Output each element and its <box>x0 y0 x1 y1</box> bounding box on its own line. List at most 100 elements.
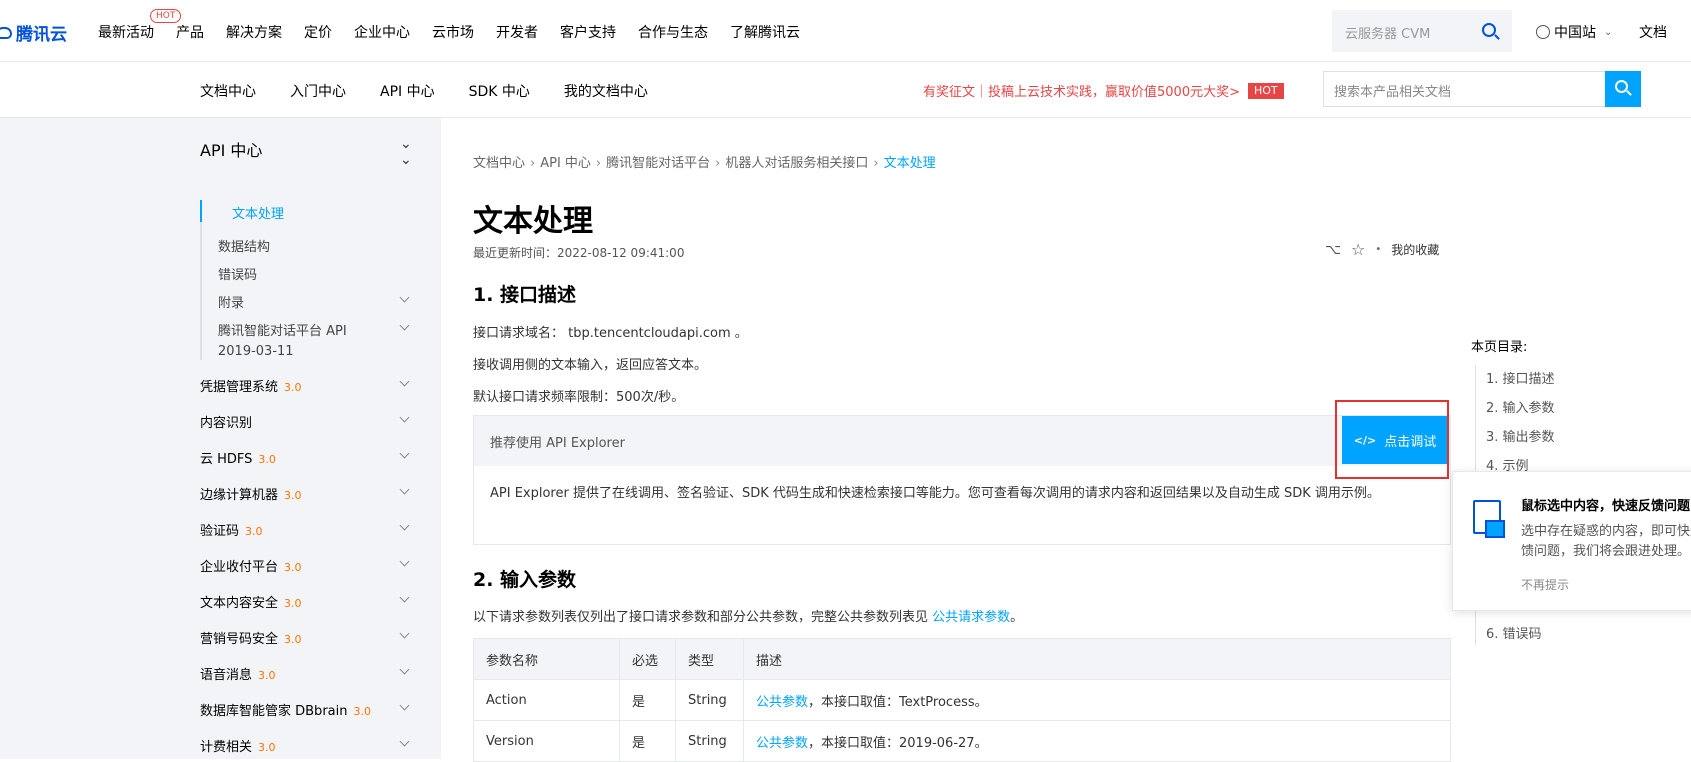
paragraph: 以下请求参数列表仅列出了接口请求参数和部分公共参数，完整公共参数列表见 公共请求… <box>473 606 1023 625</box>
sidebar-item-tbp-api[interactable]: 腾讯智能对话平台 API <box>218 320 347 339</box>
promo-link[interactable]: 有奖征文｜投稿上云技术实践，赢取价值5000元大奖> HOT <box>923 81 1284 100</box>
nav-label: 最新活动 <box>98 25 154 41</box>
breadcrumb-item[interactable]: 机器人对话服务相关接口 <box>725 156 868 171</box>
search-icon <box>1615 80 1628 93</box>
common-params-link[interactable]: 公共参数 <box>756 736 808 751</box>
doc-subnav: 文档中心 入门中心 API 中心 SDK 中心 我的文档中心 有奖征文｜投稿上云… <box>0 62 1691 118</box>
paragraph-text: 以下请求参数列表仅列出了接口请求参数和部分公共参数，完整公共参数列表见 <box>473 610 933 625</box>
chevron-down-icon[interactable] <box>400 378 410 388</box>
chevron-down-icon[interactable] <box>400 666 410 676</box>
promo-text: 有奖征文｜投稿上云技术实践，赢取价值5000元大奖> <box>923 85 1240 100</box>
nav-support[interactable]: 客户支持 <box>560 22 616 42</box>
sidebar-category[interactable]: 企业收付平台 3.0 <box>200 556 302 575</box>
api-explorer-label: 推荐使用 API Explorer <box>490 436 625 451</box>
sidebar-item-error-codes[interactable]: 错误码 <box>218 264 257 283</box>
toc-item[interactable]: 1. 接口描述 <box>1486 368 1555 387</box>
chevron-down-icon[interactable] <box>400 522 410 532</box>
nav-enterprise-center[interactable]: 企业中心 <box>354 22 410 42</box>
subnav-my-docs[interactable]: 我的文档中心 <box>564 81 648 101</box>
nav-solutions[interactable]: 解决方案 <box>226 22 282 42</box>
subnav-doc-center[interactable]: 文档中心 <box>200 81 256 101</box>
sidebar-category[interactable]: 云 HDFS 3.0 <box>200 448 276 467</box>
doc-search-input[interactable]: 搜索本产品相关文档 <box>1323 71 1641 107</box>
favorite-link[interactable]: 我的收藏 <box>1391 241 1439 258</box>
sidebar-category[interactable]: 内容识别 <box>200 412 252 431</box>
toc-item[interactable]: 6. 错误码 <box>1486 623 1542 642</box>
sidebar-category[interactable]: 计费相关 3.0 <box>200 736 276 755</box>
sidebar-item-data-structure[interactable]: 数据结构 <box>218 236 270 255</box>
sidebar-category[interactable]: 数据库智能管家 DBbrain 3.0 <box>200 700 371 719</box>
subnav-getting-started[interactable]: 入门中心 <box>290 81 346 101</box>
nav-latest-events[interactable]: 最新活动 HOT <box>98 9 182 42</box>
sidebar-item-appendix[interactable]: 附录 <box>218 292 244 311</box>
nav-partners[interactable]: 合作与生态 <box>638 22 708 42</box>
toc-item[interactable]: 2. 输入参数 <box>1486 397 1555 416</box>
column-header: 必选 <box>619 638 676 680</box>
nav-products[interactable]: 产品 <box>176 22 204 42</box>
subnav-api-center[interactable]: API 中心 <box>380 81 435 101</box>
region-label: 中国站 <box>1554 25 1596 41</box>
chevron-down-icon[interactable] <box>400 450 410 460</box>
doc-search-button[interactable] <box>1605 71 1641 107</box>
nav-docs[interactable]: 文档 <box>1639 22 1667 42</box>
sidebar-category[interactable]: 边缘计算机器 3.0 <box>200 484 302 503</box>
chevron-down-icon[interactable] <box>400 558 410 568</box>
version-badge: 3.0 <box>284 633 302 646</box>
chevron-down-icon[interactable] <box>400 322 410 332</box>
collapse-icon[interactable]: ⌄ ⌄ <box>400 136 412 168</box>
category-label: 边缘计算机器 <box>200 488 279 503</box>
chevron-down-icon[interactable] <box>400 414 410 424</box>
toc-title: 本页目录: <box>1471 340 1528 355</box>
desc-text: ，本接口取值：TextProcess。 <box>808 694 988 710</box>
global-search-input[interactable]: 云服务器 CVM <box>1332 10 1512 52</box>
category-label: 内容识别 <box>200 416 253 431</box>
paragraph-text: 。 <box>1010 610 1024 625</box>
nav-developers[interactable]: 开发者 <box>496 22 538 42</box>
breadcrumb-item[interactable]: 文档中心 <box>473 156 525 171</box>
dismiss-link[interactable]: 不再提示 <box>1521 576 1569 593</box>
breadcrumb-item[interactable]: 腾讯智能对话平台 <box>606 156 710 171</box>
sidebar-category[interactable]: 验证码 3.0 <box>200 520 263 539</box>
sidebar-item-text-process[interactable]: 文本处理 <box>232 203 284 222</box>
nav-about[interactable]: 了解腾讯云 <box>730 22 800 42</box>
param-required: 是 <box>619 720 676 762</box>
chevron-down-icon[interactable] <box>400 738 410 748</box>
chevron-down-icon[interactable] <box>400 294 410 304</box>
common-params-link[interactable]: 公共参数 <box>756 695 808 710</box>
region-selector[interactable]: 中国站 ⌄ <box>1536 22 1612 42</box>
common-params-link[interactable]: 公共请求参数 <box>932 610 1010 625</box>
param-required: 是 <box>619 679 676 721</box>
breadcrumb-current: 文本处理 <box>883 156 936 171</box>
subnav-sdk-center[interactable]: SDK 中心 <box>469 81 530 101</box>
api-explorer-header: 推荐使用 API Explorer <box>474 416 1450 466</box>
tencent-cloud-logo[interactable]: 腾讯云 <box>0 20 67 45</box>
category-label: 营销号码安全 <box>200 632 279 647</box>
star-icon[interactable]: ☆ <box>1351 241 1365 258</box>
sidebar-category[interactable]: 营销号码安全 3.0 <box>200 628 302 647</box>
column-header: 参数名称 <box>473 638 620 680</box>
api-explorer-description: API Explorer 提供了在线调用、签名验证、SDK 代码生成和快速检索接… <box>490 486 1380 501</box>
category-label: 计费相关 <box>200 740 253 755</box>
sidebar-title: API 中心 <box>200 141 263 160</box>
toc-item[interactable]: 3. 输出参数 <box>1486 426 1555 445</box>
search-icon[interactable] <box>1482 23 1496 37</box>
column-header: 类型 <box>675 638 744 680</box>
nav-marketplace[interactable]: 云市场 <box>432 22 474 42</box>
chevron-right-icon: › <box>873 156 879 171</box>
sidebar-category[interactable]: 文本内容安全 3.0 <box>200 592 302 611</box>
chevron-right-icon: › <box>530 156 536 171</box>
breadcrumb-item[interactable]: API 中心 <box>540 156 591 171</box>
chevron-down-icon[interactable] <box>400 702 410 712</box>
search-placeholder: 云服务器 CVM <box>1345 27 1431 42</box>
chevron-down-icon[interactable] <box>400 630 410 640</box>
nav-pricing[interactable]: 定价 <box>304 22 332 42</box>
section-heading: 1. 接口描述 <box>473 284 577 306</box>
chevron-down-icon[interactable] <box>400 486 410 496</box>
chevron-right-icon: › <box>715 156 721 171</box>
chevron-down-icon[interactable] <box>400 594 410 604</box>
sidebar-category[interactable]: 语音消息 3.0 <box>200 664 276 683</box>
share-icon[interactable] <box>1325 242 1341 258</box>
param-name: Version <box>473 720 620 762</box>
dot-separator: • <box>1375 244 1382 255</box>
sidebar-category[interactable]: 凭据管理系统 3.0 <box>200 376 302 395</box>
